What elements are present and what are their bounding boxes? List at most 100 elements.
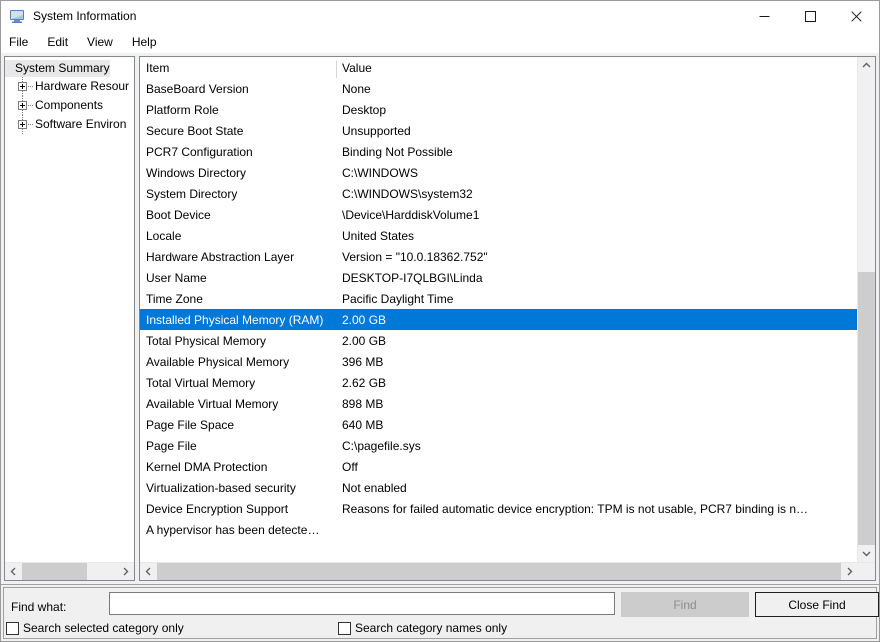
scroll-left-arrow-icon[interactable] [5, 563, 22, 580]
table-row[interactable]: Boot Device \Device\HarddiskVolume1 [140, 204, 857, 225]
row-value-label: Reasons for failed automatic device encr… [342, 501, 809, 516]
tree-connector-dash [28, 105, 33, 106]
close-button[interactable] [833, 1, 879, 31]
find-bar: Find what: Find Close Find Search select… [1, 584, 879, 641]
search-category-names-checkbox-row[interactable]: Search category names only [338, 621, 507, 635]
row-value-label: Off [342, 459, 358, 474]
tree-item-hardware-resources[interactable]: Hardware Resour [5, 77, 134, 96]
list-vscroll-thumb[interactable] [858, 271, 875, 545]
table-row[interactable]: System Directory C:\WINDOWS\system32 [140, 183, 857, 204]
tree-item-software-environment[interactable]: Software Environ [5, 115, 134, 134]
table-row[interactable]: Locale United States [140, 225, 857, 246]
scroll-right-arrow-icon[interactable] [841, 563, 858, 580]
minimize-icon [759, 15, 769, 17]
tree-item-label: Components [35, 98, 104, 112]
row-item-label: Kernel DMA Protection [146, 459, 268, 474]
table-row-selected[interactable]: Installed Physical Memory (RAM) 2.00 GB [140, 309, 857, 330]
tree-item-system-summary[interactable]: System Summary [5, 60, 110, 77]
row-item-label: Time Zone [146, 291, 203, 306]
list-hscroll-thumb[interactable] [157, 563, 841, 580]
plus-icon[interactable] [18, 82, 27, 91]
row-item-label: Windows Directory [146, 165, 247, 180]
table-row[interactable]: Secure Boot State Unsupported [140, 120, 857, 141]
table-row[interactable]: Device Encryption Support Reasons for fa… [140, 498, 857, 519]
row-value-label: C:\WINDOWS [342, 165, 418, 180]
scroll-right-arrow-icon[interactable] [117, 563, 134, 580]
table-row[interactable]: PCR7 Configuration Binding Not Possible [140, 141, 857, 162]
row-item-label: Installed Physical Memory (RAM) [146, 312, 324, 327]
row-item-label: BaseBoard Version [146, 81, 249, 96]
row-value-label: C:\pagefile.sys [342, 438, 421, 453]
table-row[interactable]: Windows Directory C:\WINDOWS [140, 162, 857, 183]
row-item-label: Page File [146, 438, 197, 453]
row-item-label: PCR7 Configuration [146, 144, 253, 159]
row-value-label: 396 MB [342, 354, 384, 369]
tree-item-label: Software Environ [35, 117, 127, 131]
row-value-label: 640 MB [342, 417, 384, 432]
category-tree[interactable]: System Summary Hardware Resour Component… [5, 57, 134, 562]
list-vscroll-track[interactable] [858, 74, 875, 545]
tree-item-components[interactable]: Components [5, 96, 134, 115]
row-value-label: Pacific Daylight Time [342, 291, 454, 306]
column-header-value[interactable]: Value [342, 61, 857, 75]
tree-hscroll-thumb[interactable] [22, 563, 87, 580]
search-selected-category-label: Search selected category only [23, 621, 184, 635]
table-row[interactable]: Virtualization-based security Not enable… [140, 477, 857, 498]
column-header-item[interactable]: Item [146, 61, 342, 75]
menu-item-file[interactable]: File [9, 32, 37, 52]
table-row[interactable]: Page File Space 640 MB [140, 414, 857, 435]
system-summary-list[interactable]: Item Value BaseBoard Version None Platfo… [140, 57, 857, 562]
scroll-down-arrow-icon[interactable] [858, 545, 875, 562]
table-row[interactable]: Total Virtual Memory 2.62 GB [140, 372, 857, 393]
table-row[interactable]: BaseBoard Version None [140, 78, 857, 99]
list-hscroll-track[interactable] [157, 563, 841, 580]
minimize-button[interactable] [741, 1, 787, 31]
find-input[interactable] [109, 592, 615, 615]
find-bar-group: Find what: Find Close Find Search select… [3, 587, 879, 639]
window-controls [741, 1, 879, 31]
row-item-label: Total Virtual Memory [146, 375, 256, 390]
table-row[interactable]: Kernel DMA Protection Off [140, 456, 857, 477]
close-find-button[interactable]: Close Find [755, 592, 879, 617]
row-item-label: Secure Boot State [146, 123, 244, 138]
menu-item-help[interactable]: Help [132, 32, 166, 52]
plus-icon[interactable] [18, 120, 27, 129]
table-row[interactable]: Available Virtual Memory 898 MB [140, 393, 857, 414]
menu-bar: File Edit View Help [1, 31, 879, 53]
table-row[interactable]: Page File C:\pagefile.sys [140, 435, 857, 456]
table-row[interactable]: A hypervisor has been detecte… [140, 519, 857, 540]
row-item-label: Total Physical Memory [146, 333, 267, 348]
search-selected-category-checkbox-row[interactable]: Search selected category only [6, 621, 184, 635]
tree-horizontal-scrollbar[interactable] [5, 562, 134, 580]
checkbox-unchecked-icon[interactable] [6, 621, 19, 635]
row-value-label: DESKTOP-I7QLBGI\Linda [342, 270, 483, 285]
table-row[interactable]: Time Zone Pacific Daylight Time [140, 288, 857, 309]
plus-icon[interactable] [18, 101, 27, 110]
table-row[interactable]: Hardware Abstraction Layer Version = "10… [140, 246, 857, 267]
list-vertical-scrollbar[interactable] [857, 57, 875, 562]
find-button[interactable]: Find [621, 592, 749, 617]
row-value-label: 2.00 GB [342, 333, 387, 348]
maximize-button[interactable] [787, 1, 833, 31]
row-item-label: Hardware Abstraction Layer [146, 249, 295, 264]
table-row[interactable]: Platform Role Desktop [140, 99, 857, 120]
list-horizontal-scrollbar[interactable] [140, 562, 875, 580]
title-bar: System Information [1, 1, 879, 31]
scroll-up-arrow-icon[interactable] [858, 57, 875, 74]
row-item-label: Device Encryption Support [146, 501, 289, 516]
scroll-left-arrow-icon[interactable] [140, 563, 157, 580]
menu-item-view[interactable]: View [87, 32, 122, 52]
checkbox-unchecked-icon[interactable] [338, 621, 351, 635]
table-row[interactable]: Available Physical Memory 396 MB [140, 351, 857, 372]
table-row[interactable]: User Name DESKTOP-I7QLBGI\Linda [140, 267, 857, 288]
tree-connector-dash [28, 124, 33, 125]
row-value-label: Version = "10.0.18362.752" [342, 249, 488, 264]
find-what-label: Find what: [11, 600, 67, 614]
row-item-label: Available Virtual Memory [146, 396, 279, 411]
row-value-label: Not enabled [342, 480, 407, 495]
tree-hscroll-track[interactable] [22, 563, 117, 580]
table-row[interactable]: Total Physical Memory 2.00 GB [140, 330, 857, 351]
menu-item-edit[interactable]: Edit [47, 32, 77, 52]
row-item-label: A hypervisor has been detecte… [146, 522, 320, 537]
row-value-label: 2.62 GB [342, 375, 387, 390]
